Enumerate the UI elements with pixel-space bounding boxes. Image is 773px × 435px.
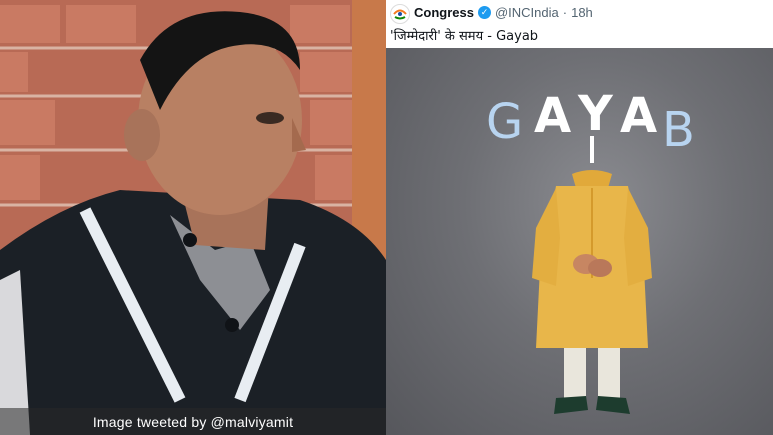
tweet-text: 'जिम्मेदारी' के समय - Gayab bbox=[390, 29, 539, 44]
account-avatar[interactable] bbox=[390, 4, 410, 24]
tweet-header: Congress ✓ @INCIndia · 18h 'जिम्मेदारी' … bbox=[386, 0, 773, 48]
photo-caption: Image tweeted by @malviyamit bbox=[0, 408, 386, 435]
tweet-panel: Congress ✓ @INCIndia · 18h 'जिम्मेदारी' … bbox=[386, 0, 773, 435]
tweet-image[interactable]: G A Y A B bbox=[386, 48, 773, 435]
account-name[interactable]: Congress bbox=[414, 5, 474, 20]
meme-collage: Image tweeted by @malviyamit Congress ✓ … bbox=[0, 0, 773, 435]
tweet-author-line: Congress ✓ @INCIndia · 18h bbox=[414, 5, 593, 20]
congress-logo-icon bbox=[392, 6, 408, 22]
account-handle[interactable]: @INCIndia bbox=[495, 5, 559, 20]
verified-badge-icon: ✓ bbox=[477, 6, 491, 19]
separator-dot: · bbox=[562, 5, 568, 20]
man-photo bbox=[0, 0, 386, 435]
photo-panel: Image tweeted by @malviyamit bbox=[0, 0, 386, 435]
headless-figure bbox=[532, 136, 652, 414]
tweet-timestamp[interactable]: 18h bbox=[571, 5, 593, 20]
